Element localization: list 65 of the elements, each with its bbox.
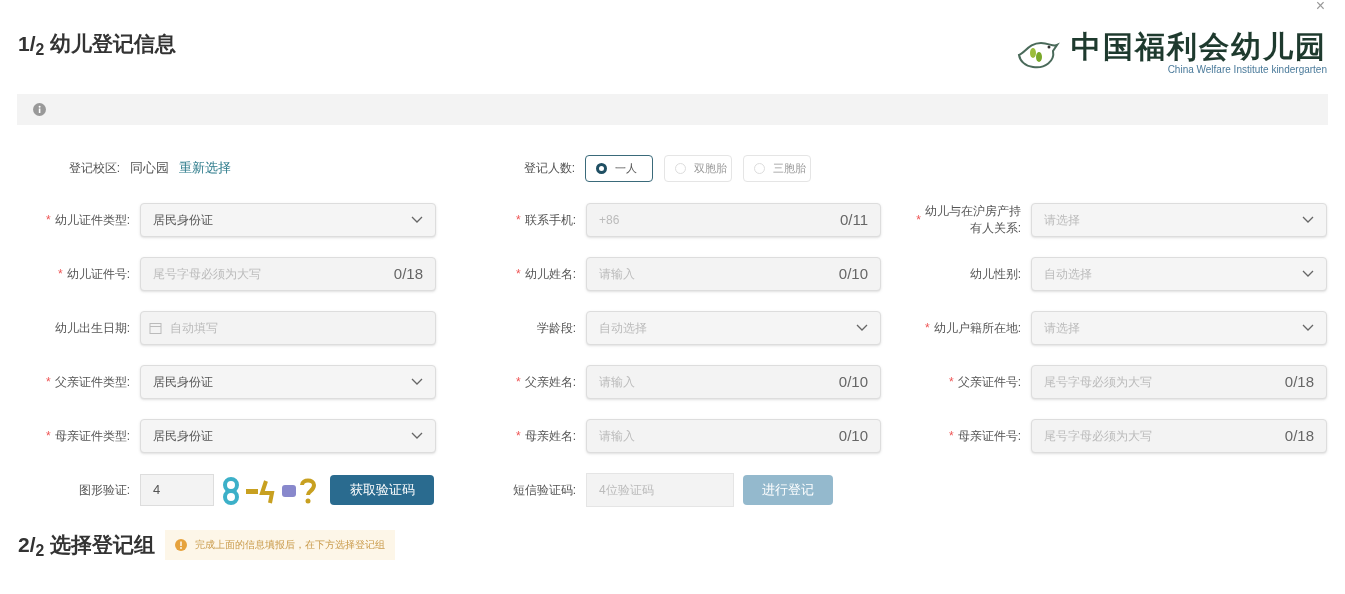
required-mark: * [916, 212, 921, 229]
warning-icon [175, 538, 188, 551]
field-label: 母亲证件号: [957, 427, 1021, 445]
select-field[interactable]: 居民身份证 [140, 419, 436, 453]
required-mark: * [46, 374, 51, 391]
chevron-down-icon [1302, 216, 1314, 224]
required-mark: * [46, 212, 51, 229]
chevron-down-icon [411, 432, 423, 440]
character-counter: 0/10 [838, 371, 868, 392]
field-label: 登记校区: [67, 160, 121, 177]
close-button[interactable]: × [1315, 0, 1325, 18]
field-label: 短信验证码: [511, 482, 577, 499]
logo-subtitle: China Welfare Institute kindergarten [1167, 64, 1327, 76]
field-label: 母亲证件类型: [54, 427, 130, 445]
field-label: 父亲姓名: [524, 373, 576, 391]
campus-value: 同心园 [130, 159, 169, 178]
chevron-down-icon [1302, 270, 1314, 278]
character-counter: 0/10 [838, 263, 868, 284]
chevron-down-icon [1302, 324, 1314, 332]
required-mark: * [516, 266, 521, 283]
notice-text: 完成上面的信息填报后，在下方选择登记组 [195, 538, 386, 553]
captcha-input[interactable]: 4 [140, 474, 214, 506]
field-label: 父亲证件号: [957, 373, 1021, 391]
character-counter: 0/11 [839, 209, 868, 230]
field-label: 登记人数: [522, 160, 576, 177]
field-label: 学龄段: [536, 319, 576, 337]
chevron-down-icon [411, 216, 423, 224]
field-label: 幼儿性别: [969, 265, 1021, 283]
required-mark: * [516, 428, 521, 445]
field-label: 父亲证件类型: [54, 373, 130, 391]
field-label: 幼儿证件类型: [54, 211, 130, 229]
field-label: 幼儿证件号: [66, 265, 130, 283]
field-label: 幼儿出生日期: [54, 319, 130, 337]
required-mark: * [516, 212, 521, 229]
required-mark: * [58, 266, 63, 283]
info-icon [33, 103, 46, 116]
field-label: 图形验证: [77, 482, 131, 499]
radio-option[interactable]: 三胞胎 [743, 154, 811, 182]
field-label: 联系手机: [524, 211, 576, 229]
chevron-down-icon [411, 378, 423, 386]
field-label: 母亲姓名: [524, 427, 576, 445]
section-title: 1/$_{2}$ 幼儿登记信息 [18, 31, 177, 60]
required-mark: * [949, 428, 954, 445]
character-counter: 0/18 [1284, 371, 1314, 392]
required-mark: * [46, 428, 51, 445]
required-mark: * [925, 320, 930, 337]
character-counter: 0/18 [393, 263, 423, 284]
input-field[interactable]: +86 0/11 [586, 203, 881, 237]
radio-option[interactable]: 双胞胎 [664, 154, 732, 182]
get-code-button[interactable]: 获取验证码 [330, 475, 434, 505]
chevron-down-icon [856, 324, 868, 332]
character-counter: 0/10 [838, 425, 868, 446]
field-label: 幼儿姓名: [524, 265, 576, 283]
logo-name: 中国福利会幼儿园 [1071, 30, 1327, 64]
required-mark: * [516, 374, 521, 391]
radio-option[interactable]: 一人 [585, 154, 653, 182]
character-counter: 0/18 [1284, 425, 1314, 446]
select-field[interactable]: 居民身份证 [140, 203, 436, 237]
field-label: 幼儿户籍所在地: [933, 319, 1021, 337]
required-mark: * [949, 374, 954, 391]
section-title: 2/$_{2}$ 选择登记组 [18, 532, 156, 561]
calendar-icon [149, 321, 162, 335]
field-label: 幼儿与在沪房产持有人关系: [925, 203, 1021, 237]
select-field[interactable]: 居民身份证 [140, 365, 436, 399]
reselect-link[interactable]: 重新选择 [179, 158, 231, 178]
